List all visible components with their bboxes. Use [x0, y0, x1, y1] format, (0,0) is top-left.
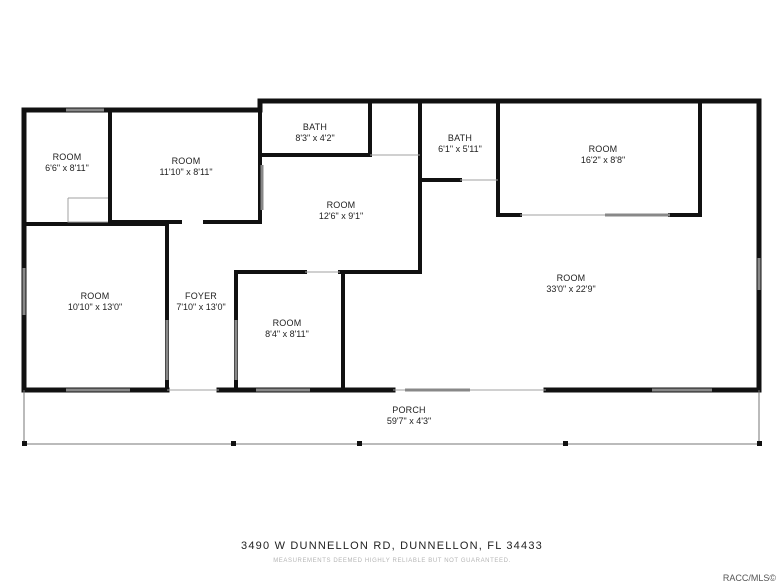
room-name: ROOM [52, 152, 82, 162]
room-dimensions: 33'0" x 22'9" [546, 284, 596, 294]
room-name: ROOM [171, 156, 201, 166]
room-name: ROOM [80, 291, 110, 301]
mls-credit: RACC/MLS© [722, 573, 776, 583]
room-name: ROOM [272, 318, 302, 328]
room-name: BATH [447, 133, 473, 143]
room-dimensions: 8'4" x 8'11" [265, 329, 309, 339]
room-dimensions: 16'2" x 8'8" [580, 155, 626, 165]
bath-label-1: BATH 8'3" x 4'2" [295, 122, 334, 144]
room-name: BATH [302, 122, 328, 132]
room-dimensions: 6'6" x 8'11" [45, 163, 89, 173]
room-name: ROOM [556, 273, 586, 283]
porch-label: PORCH 59'7" x 4'3" [387, 405, 431, 427]
room-name: ROOM [588, 144, 618, 154]
room-label-8x8: ROOM 8'4" x 8'11" [265, 318, 309, 340]
bath-label-2: BATH 6'1" x 5'11" [438, 133, 482, 155]
room-name: FOYER [184, 291, 218, 301]
foyer-label: FOYER 7'10" x 13'0" [176, 291, 225, 313]
thin-lines [67, 154, 605, 391]
room-label-11x8: ROOM 11'10" x 8'11" [159, 156, 212, 178]
measurement-disclaimer: MEASUREMENTS DEEMED HIGHLY RELIABLE BUT … [273, 558, 511, 564]
room-dimensions: 11'10" x 8'11" [159, 167, 213, 177]
room-label-10x13: ROOM 10'10" x 13'0" [68, 291, 122, 313]
room-label-33x22: ROOM 33'0" x 22'9" [546, 273, 595, 295]
room-dimensions: 7'10" x 13'0" [176, 302, 226, 312]
room-dimensions: 59'7" x 4'3" [386, 416, 432, 426]
room-dimensions: 10'10" x 13'0" [67, 302, 123, 312]
room-label-12x9: ROOM 12'6" x 9'1" [319, 200, 363, 222]
room-label-6x8: ROOM 6'6" x 8'11" [45, 152, 89, 174]
room-dimensions: 12'6" x 9'1" [318, 211, 364, 221]
room-name: PORCH [392, 405, 426, 415]
room-dimensions: 8'3" x 4'2" [295, 133, 335, 143]
room-dimensions: 6'1" x 5'11" [438, 144, 482, 154]
room-name: ROOM [326, 200, 356, 210]
exterior-walls [21, 98, 762, 393]
property-address: 3490 W DUNNELLON RD, DUNNELLON, FL 34433 [241, 540, 543, 552]
room-label-16x8: ROOM 16'2" x 8'8" [581, 144, 625, 166]
windows [22, 108, 761, 392]
